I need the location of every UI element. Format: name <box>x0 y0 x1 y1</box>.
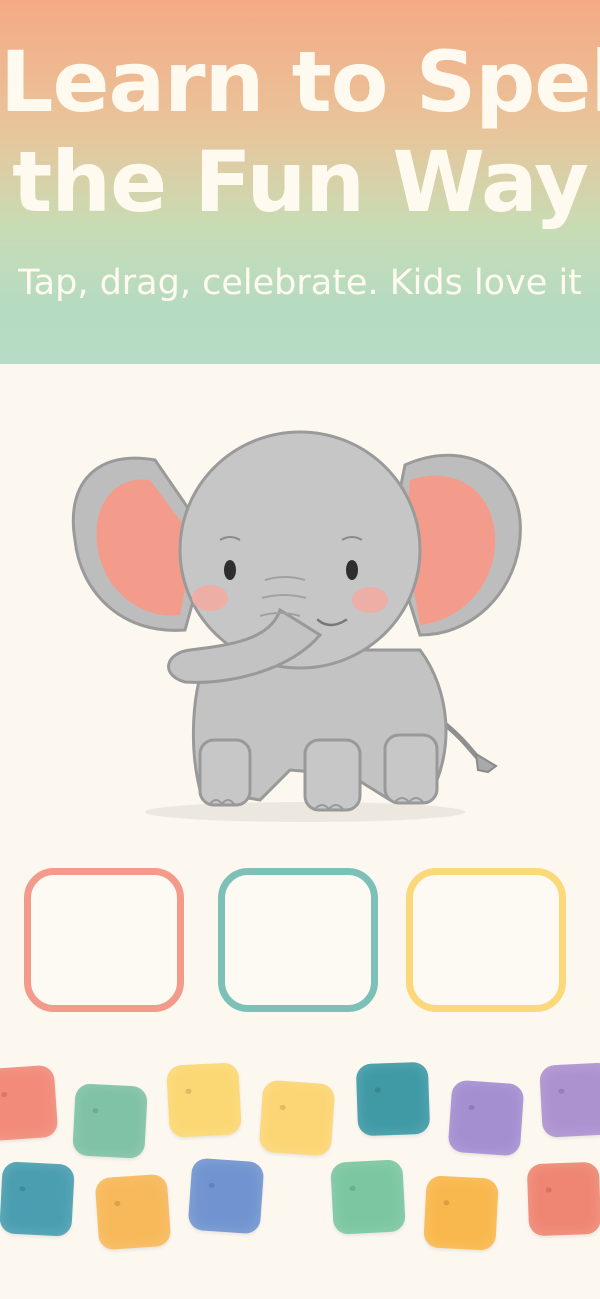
letter-tile-10[interactable] <box>187 1157 265 1235</box>
hero-subtitle: Tap, drag, celebrate. Kids love it <box>18 263 582 303</box>
letter-tile-9[interactable] <box>94 1173 172 1251</box>
letter-tile-2[interactable] <box>72 1083 148 1159</box>
letter-tile-5[interactable] <box>355 1061 431 1137</box>
answer-slot-2[interactable] <box>218 868 378 1012</box>
hero-title-line-1: Learn to Spell <box>0 33 600 131</box>
letter-tile-7[interactable] <box>539 1062 600 1138</box>
answer-slot-3[interactable] <box>406 868 566 1012</box>
letter-tile-3[interactable] <box>166 1062 242 1138</box>
letter-tile-6[interactable] <box>447 1079 525 1157</box>
letter-tile-8[interactable] <box>0 1161 75 1237</box>
answer-slot-1[interactable] <box>24 868 184 1012</box>
elephant-illustration <box>71 430 522 822</box>
letter-tile-13[interactable] <box>526 1161 600 1237</box>
hero-banner: Learn to Spell the Fun Way Tap, drag, ce… <box>0 0 600 364</box>
letter-tile-11[interactable] <box>330 1159 406 1235</box>
letter-tile-12[interactable] <box>423 1175 499 1251</box>
letter-tile-4[interactable] <box>258 1079 336 1157</box>
hero-title-line-2: the Fun Way <box>12 133 589 231</box>
letter-tile-1[interactable] <box>0 1064 59 1142</box>
